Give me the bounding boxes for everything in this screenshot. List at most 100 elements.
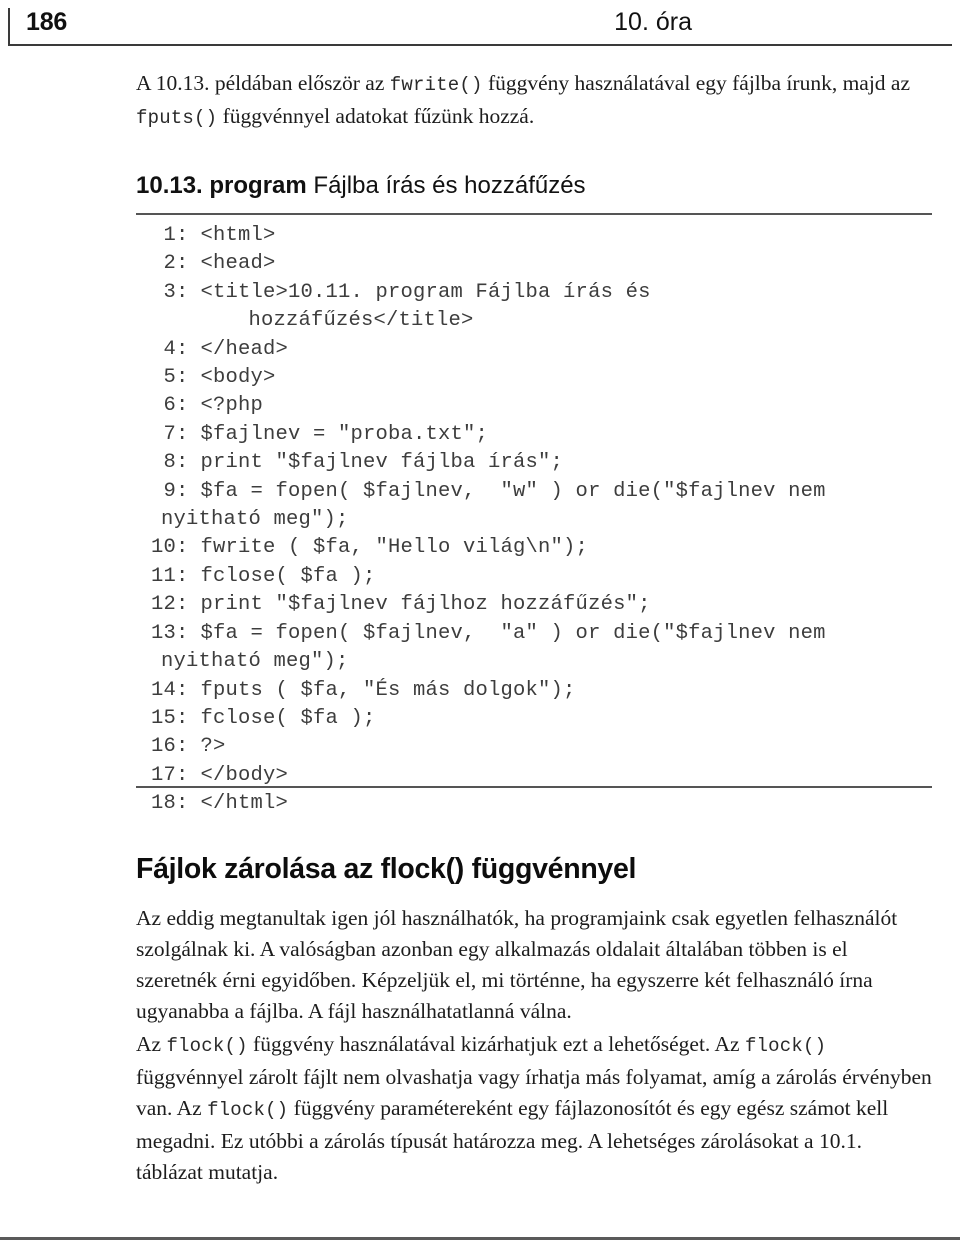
code-line-colon: : [176, 479, 189, 503]
section-heading-block: Fájlok zárolása az flock() függvénnyel [136, 851, 932, 887]
code-line-number: 10 [150, 536, 176, 560]
code-line-colon: : [176, 337, 189, 361]
code-line-source: fwrite ( $fa, "Hello világ\n"); [188, 536, 589, 560]
code-line-source: <head> [188, 252, 276, 276]
code-line-colon: : [176, 252, 189, 276]
intro-paragraph-block: A 10.13. példában először az fwrite() fü… [136, 68, 932, 134]
code-line-number: 5 [163, 366, 176, 390]
intro-text-2: függvény használatával egy fájlba írunk,… [482, 71, 911, 95]
code-line-number: 15 [150, 706, 176, 730]
code-line-source: print "$fajlnev fájlhoz hozzáfűzés"; [188, 593, 651, 617]
section-paragraph-1-block: Az eddig megtanultak igen jól használhat… [136, 903, 932, 1027]
code-line: 12: print "$fajlnev fájlhoz hozzáfűzés"; [136, 591, 932, 619]
code-line: 4: </head> [136, 336, 932, 364]
code-line-number: 8 [163, 451, 176, 475]
code-line-number: 7 [163, 422, 176, 446]
para2-code-flock-2: flock() [744, 1035, 827, 1057]
code-line-source: </body> [188, 763, 289, 787]
code-line-colon: : [176, 621, 189, 645]
code-line: 5: <body> [136, 364, 932, 392]
para2-text-2: függvény használatával kizárhatjuk ezt a… [247, 1032, 745, 1056]
code-line: 9: $fa = fopen( $fajlnev, "w" ) or die("… [136, 478, 932, 506]
code-line: 11: fclose( $fa ); [136, 563, 932, 591]
code-line-source: fputs ( $fa, "És más dolgok"); [188, 678, 576, 702]
code-line-number: 4 [163, 337, 176, 361]
intro-text-3: függvénnyel adatokat fűzünk hozzá. [217, 104, 535, 128]
code-line-source: $fa = fopen( $fajlnev, "w" ) or die("$fa… [188, 479, 826, 503]
code-line-colon: : [176, 536, 189, 560]
code-line-number: 1 [163, 224, 176, 247]
code-line-colon: : [176, 422, 189, 446]
code-line-source: ?> [188, 735, 226, 759]
listing-caption-block: 10.13. program Fájlba írás és hozzáfűzés [136, 170, 932, 202]
section-paragraph-2: Az flock() függvény használatával kizárh… [136, 1029, 932, 1188]
intro-code-fputs: fputs() [136, 107, 218, 129]
code-line-number: 3 [163, 280, 176, 304]
code-line-colon: : [176, 593, 189, 617]
code-line: 13: $fa = fopen( $fajlnev, "a" ) or die(… [136, 620, 932, 648]
listing-caption-title: Fájlba írás és hozzáfűzés [313, 172, 586, 199]
running-head-rule [8, 44, 952, 46]
code-line-source: </html> [188, 792, 289, 816]
code-line: 8: print "$fajlnev fájlba írás"; [136, 449, 932, 477]
code-line-number: 14 [150, 678, 176, 702]
intro-code-fwrite: fwrite() [389, 74, 483, 96]
code-line-number: 2 [163, 252, 176, 276]
code-line-source: <body> [188, 366, 276, 390]
code-line-number: 13 [150, 621, 176, 645]
code-line-number: 6 [163, 394, 176, 418]
code-line-source: fclose( $fa ); [188, 706, 376, 730]
code-line: 6: <?php [136, 392, 932, 420]
intro-text-1: A 10.13. példában először az [136, 71, 390, 95]
intro-paragraph: A 10.13. példában először az fwrite() fü… [136, 68, 932, 134]
listing-top-rule [136, 213, 932, 215]
code-line: 14: fputs ( $fa, "És más dolgok"); [136, 677, 932, 705]
code-line-colon: : [176, 451, 189, 475]
code-line-continuation: nyitható meg"); [136, 650, 349, 674]
code-line-colon: : [176, 280, 189, 304]
running-head: 186 10. óra [0, 0, 960, 46]
code-line: 2: <head> [136, 250, 932, 278]
code-line-colon: : [176, 706, 189, 730]
code-line-source: <?php [188, 394, 264, 418]
code-line-source: fclose( $fa ); [188, 564, 376, 588]
section-paragraph-1: Az eddig megtanultak igen jól használhat… [136, 906, 898, 1023]
code-line-colon: : [176, 564, 189, 588]
code-line-number: 18 [150, 792, 176, 816]
para2-code-flock-3: flock() [207, 1099, 289, 1121]
code-line-colon: : [176, 735, 189, 759]
book-page: 186 10. óra A 10.13. példában először az… [0, 0, 960, 1247]
code-line-colon: : [176, 678, 189, 702]
code-line-number: 16 [150, 735, 176, 759]
code-line-colon: : [176, 792, 189, 816]
code-line-source: $fa = fopen( $fajlnev, "a" ) or die("$fa… [188, 621, 826, 645]
listing-caption-number: 10.13. program [136, 172, 307, 199]
code-line-colon: : [176, 394, 189, 418]
section-heading: Fájlok zárolása az flock() függvénnyel [136, 853, 637, 885]
listing-caption: 10.13. program Fájlba írás és hozzáfűzés [136, 170, 932, 202]
code-listing: 1: <html> 2: <head> 3: <title>10.11. progr… [136, 222, 932, 819]
code-line-continuation: nyitható meg"); [136, 508, 349, 532]
code-line-number: 12 [150, 593, 176, 617]
footer-rule [0, 1237, 960, 1240]
para2-code-flock-1: flock() [166, 1035, 248, 1057]
code-line-colon: : [176, 224, 189, 247]
section-paragraph-2-block: Az flock() függvény használatával kizárh… [136, 1029, 932, 1188]
code-line-number: 11 [150, 564, 176, 588]
code-line: 15: fclose( $fa ); [136, 705, 932, 733]
code-line: 1: <html> [136, 222, 932, 250]
code-listing-lines: 1: <html> 2: <head> 3: <title>10.11. progr… [136, 222, 932, 819]
listing-bottom-rule [136, 786, 932, 788]
code-line-colon: : [176, 366, 189, 390]
code-line: 7: $fajlnev = "proba.txt"; [136, 421, 932, 449]
code-line-source: <html> [188, 224, 276, 247]
code-line-source: </head> [188, 337, 289, 361]
code-line: 3: <title>10.11. program Fájlba írás és [136, 279, 932, 307]
code-line-number: 9 [163, 479, 176, 503]
code-line: 10: fwrite ( $fa, "Hello világ\n"); [136, 534, 932, 562]
code-line-continuation: hozzáfűzés</title> [136, 309, 474, 333]
code-line-source: <title>10.11. program Fájlba írás és [188, 280, 651, 304]
code-line-source: print "$fajlnev fájlba írás"; [188, 451, 564, 475]
running-head-title: 10. óra [614, 8, 692, 36]
code-line-source: $fajlnev = "proba.txt"; [188, 422, 489, 446]
